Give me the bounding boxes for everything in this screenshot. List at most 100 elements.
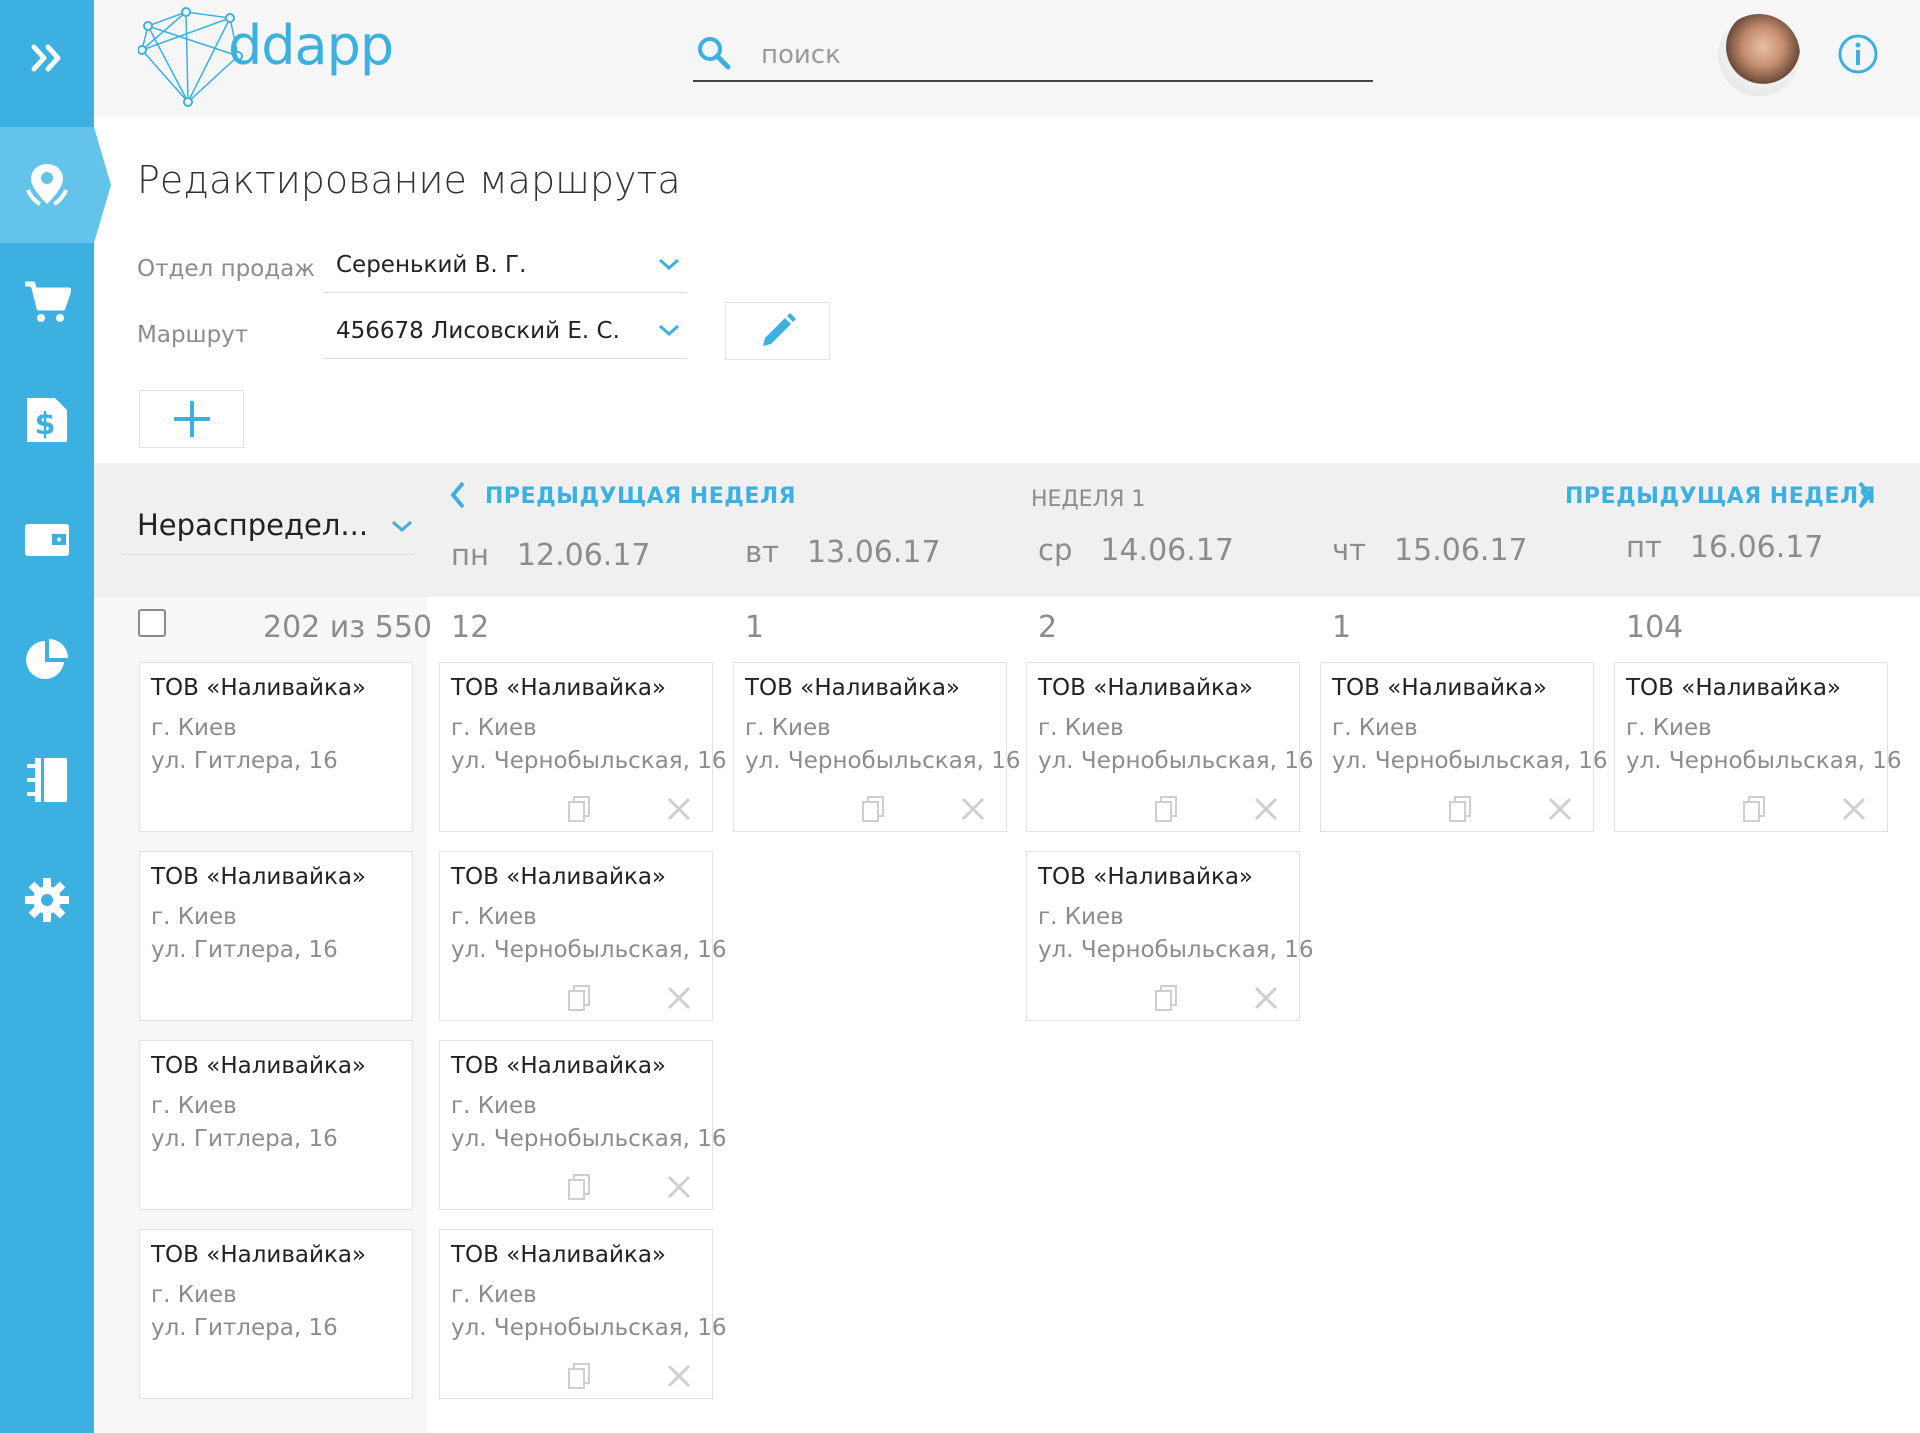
day-count: 1 <box>745 610 765 645</box>
client-name: ТОВ «Наливайка» <box>451 864 667 890</box>
client-card[interactable]: ТОВ «Наливайка» г. Киев ул. Гитлера, 16 <box>139 1040 413 1210</box>
week-label: НЕДЕЛЯ 1 <box>1031 487 1146 512</box>
client-city: г. Киев <box>451 1093 537 1119</box>
client-address: ул. Чернобыльская, 16 <box>1332 748 1608 774</box>
copy-icon[interactable] <box>1153 795 1179 823</box>
day-date: 12.06.17 <box>516 538 651 573</box>
select-all-checkbox[interactable] <box>138 609 166 637</box>
client-name: ТОВ «Наливайка» <box>745 675 961 701</box>
sidebar-item-routes[interactable] <box>0 127 111 243</box>
day-header: чт 15.06.17 <box>1332 533 1528 568</box>
client-card[interactable]: ТОВ «Наливайка» г. Киев ул. Гитлера, 16 <box>139 851 413 1021</box>
dollar-doc-icon: $ <box>27 398 67 442</box>
client-name: ТОВ «Наливайка» <box>151 675 367 701</box>
client-address: ул. Чернобыльская, 16 <box>745 748 1021 774</box>
close-icon[interactable] <box>960 796 986 822</box>
day-header: вт 13.06.17 <box>745 535 941 570</box>
sidebar-item-wallet[interactable] <box>0 482 94 598</box>
client-card[interactable]: ТОВ «Наливайка» г. Киев ул. Чернобыльская,… <box>439 662 727 832</box>
copy-icon[interactable] <box>566 795 592 823</box>
chevron-down-icon <box>659 324 679 337</box>
department-select[interactable]: Серенький В. Г. <box>323 244 687 293</box>
copy-icon[interactable] <box>566 984 592 1012</box>
client-card[interactable]: ТОВ «Наливайка» г. Киев ул. Чернобыльская,… <box>439 1229 727 1399</box>
client-card[interactable]: ТОВ «Наливайка» г. Киев ул. Чернобыльская,… <box>1614 662 1902 832</box>
copy-icon[interactable] <box>1447 795 1473 823</box>
day-name: пт <box>1626 530 1662 564</box>
pie-chart-icon <box>26 639 68 679</box>
client-card[interactable]: ТОВ «Наливайка» г. Киев ул. Чернобыльская,… <box>1320 662 1608 832</box>
close-icon[interactable] <box>666 1174 692 1200</box>
chevron-down-icon <box>659 258 679 271</box>
close-icon[interactable] <box>666 796 692 822</box>
client-address: ул. Чернобыльская, 16 <box>451 1315 727 1341</box>
client-city: г. Киев <box>1626 715 1712 741</box>
unassigned-select[interactable]: Нераспредел... <box>122 500 414 555</box>
copy-icon[interactable] <box>860 795 886 823</box>
client-card[interactable]: ТОВ «Наливайка» г. Киев ул. Чернобыльская,… <box>1026 851 1314 1021</box>
client-card[interactable]: ТОВ «Наливайка» г. Киев ул. Чернобыльская,… <box>733 662 1021 832</box>
pencil-icon <box>762 313 796 346</box>
client-address: ул. Чернобыльская, 16 <box>1038 937 1314 963</box>
next-week-link[interactable]: ПРЕДЫДУЩАЯ НЕДЕЛЯ <box>1565 484 1876 509</box>
avatar[interactable] <box>1718 14 1800 96</box>
add-button[interactable] <box>139 390 244 448</box>
sidebar-expand-button[interactable] <box>0 0 94 116</box>
edit-route-button[interactable] <box>725 302 830 360</box>
client-address: ул. Чернобыльская, 16 <box>451 1126 727 1152</box>
client-address: ул. Гитлера, 16 <box>151 937 338 963</box>
day-header: ср 14.06.17 <box>1038 533 1234 568</box>
unassigned-count: 202 из 550 <box>263 610 433 645</box>
close-icon[interactable] <box>666 1363 692 1389</box>
client-card[interactable]: ТОВ «Наливайка» г. Киев ул. Чернобыльская,… <box>439 851 727 1021</box>
client-card[interactable]: ТОВ «Наливайка» г. Киев ул. Гитлера, 16 <box>139 1229 413 1399</box>
prev-week-link[interactable]: ПРЕДЫДУЩАЯ НЕДЕЛЯ <box>485 484 796 509</box>
day-name: вт <box>745 535 779 569</box>
client-city: г. Киев <box>151 904 237 930</box>
client-address: ул. Чернобыльская, 16 <box>451 748 727 774</box>
info-icon[interactable] <box>1838 34 1878 74</box>
department-label: Отдел продаж <box>137 256 315 282</box>
route-select[interactable]: 456678 Лисовский Е. С. <box>323 310 687 359</box>
sidebar: $ <box>0 0 111 1433</box>
plus-icon <box>173 401 210 437</box>
client-card[interactable]: ТОВ «Наливайка» г. Киев ул. Чернобыльская,… <box>439 1040 727 1210</box>
client-name: ТОВ «Наливайка» <box>1038 675 1254 701</box>
client-card[interactable]: ТОВ «Наливайка» г. Киев ул. Гитлера, 16 <box>139 662 413 832</box>
sidebar-item-settings[interactable] <box>0 842 94 958</box>
close-icon[interactable] <box>1841 796 1867 822</box>
client-city: г. Киев <box>151 1093 237 1119</box>
client-city: г. Киев <box>1332 715 1418 741</box>
search-icon[interactable] <box>697 36 731 70</box>
route-value: 456678 Лисовский Е. С. <box>336 318 620 344</box>
route-label: Маршрут <box>137 322 249 348</box>
close-icon[interactable] <box>1547 796 1573 822</box>
close-icon[interactable] <box>1253 985 1279 1011</box>
chevron-left-icon[interactable] <box>448 480 468 510</box>
client-card[interactable]: ТОВ «Наливайка» г. Киев ул. Чернобыльская,… <box>1026 662 1314 832</box>
sidebar-item-orders[interactable] <box>0 243 94 359</box>
close-icon[interactable] <box>1253 796 1279 822</box>
client-city: г. Киев <box>1038 715 1124 741</box>
department-value: Серенький В. Г. <box>336 252 527 278</box>
copy-icon[interactable] <box>1153 984 1179 1012</box>
day-name: чт <box>1332 533 1367 567</box>
sidebar-item-directory[interactable] <box>0 722 94 838</box>
day-header: пн 12.06.17 <box>451 538 651 573</box>
copy-icon[interactable] <box>566 1362 592 1390</box>
logo-text: ddapp <box>228 14 394 77</box>
copy-icon[interactable] <box>566 1173 592 1201</box>
search-bar <box>693 30 1373 82</box>
chevron-right-icon[interactable] <box>1855 480 1875 510</box>
client-name: ТОВ «Наливайка» <box>1038 864 1254 890</box>
day-count: 104 <box>1626 610 1684 645</box>
copy-icon[interactable] <box>1741 795 1767 823</box>
client-city: г. Киев <box>151 715 237 741</box>
day-date: 16.06.17 <box>1689 530 1824 565</box>
close-icon[interactable] <box>666 985 692 1011</box>
svg-text:$: $ <box>35 407 56 442</box>
sidebar-item-reports[interactable] <box>0 602 94 718</box>
sidebar-item-finance[interactable]: $ <box>0 362 94 478</box>
client-city: г. Киев <box>151 1282 237 1308</box>
search-input[interactable] <box>759 32 1353 78</box>
